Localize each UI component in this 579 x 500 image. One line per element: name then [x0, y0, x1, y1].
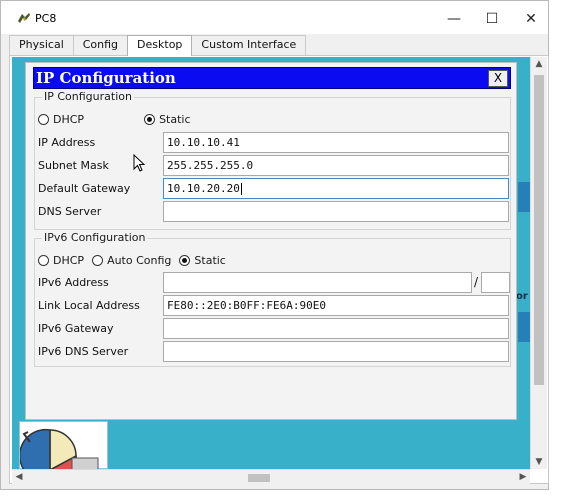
- ipv6-prefix-field[interactable]: [481, 272, 510, 293]
- pie-chart-app-icon: [18, 428, 99, 469]
- ipv6-dns-server-label: IPv6 DNS Server: [38, 345, 129, 358]
- scroll-right-icon[interactable]: ▶: [516, 470, 530, 485]
- ipv6-auto-config-radio[interactable]: [92, 254, 104, 266]
- link-local-address-label: Link Local Address: [38, 299, 140, 312]
- ipv6-mode-options: DHCP Auto Config Static: [38, 253, 234, 267]
- tab-physical[interactable]: Physical: [9, 35, 74, 55]
- maximize-button[interactable]: ☐: [477, 9, 507, 29]
- vertical-scroll-thumb[interactable]: [534, 75, 544, 385]
- radio-label: Auto Config: [107, 253, 172, 267]
- close-window-button[interactable]: ✕: [516, 9, 546, 29]
- ipv6-config-group: IPv6 Configuration DHCP Auto Config Stat…: [34, 231, 511, 367]
- ipv6-address-field[interactable]: [163, 272, 472, 293]
- ipv6-dns-server-field[interactable]: [163, 341, 509, 362]
- tab-bar: Physical Config Desktop Custom Interface: [9, 35, 307, 56]
- desktop-app-tile[interactable]: [18, 421, 108, 469]
- minimize-button[interactable]: —: [439, 9, 469, 29]
- ip-configuration-panel: IP Configuration X IP Configuration DHCP…: [25, 62, 517, 420]
- mouse-cursor-icon: [133, 154, 146, 172]
- default-gateway-value: 10.10.20.20: [167, 182, 240, 195]
- prefix-separator: /: [474, 275, 479, 289]
- ip-configuration-header: IP Configuration X: [33, 67, 511, 89]
- scroll-left-icon[interactable]: ◀: [12, 470, 26, 485]
- radio-label: DHCP: [53, 112, 85, 126]
- radio-label: Static: [159, 112, 191, 126]
- link-local-address-field[interactable]: FE80::2E0:B0FF:FE6A:90E0: [163, 295, 509, 316]
- ipv6-dhcp-radio[interactable]: [38, 254, 49, 266]
- scroll-up-icon[interactable]: ▲: [531, 57, 547, 71]
- vertical-scrollbar[interactable]: ▲ ▼: [530, 57, 547, 469]
- ipv4-static-radio[interactable]: [144, 113, 156, 125]
- radio-label: DHCP: [53, 253, 85, 267]
- dns-server-field[interactable]: [163, 201, 509, 222]
- title-bar: PC8 — ☐ ✕: [1, 1, 548, 34]
- horizontal-scroll-thumb[interactable]: [248, 474, 270, 482]
- subnet-mask-label: Subnet Mask: [38, 159, 109, 172]
- ip-address-label: IP Address: [38, 136, 96, 149]
- ipv6-gateway-field[interactable]: [163, 318, 509, 339]
- scroll-down-icon[interactable]: ▼: [531, 455, 547, 469]
- ipv4-dhcp-radio[interactable]: [38, 113, 49, 125]
- desktop-partial-label: or: [516, 291, 528, 302]
- ipv6-address-label: IPv6 Address: [38, 276, 109, 289]
- group-legend: IPv6 Configuration: [42, 231, 148, 244]
- tab-config[interactable]: Config: [72, 35, 129, 55]
- dns-server-label: DNS Server: [38, 205, 102, 218]
- desktop-app-edge: [518, 182, 530, 212]
- ipv6-static-radio[interactable]: [179, 254, 191, 266]
- pc-app-icon: [18, 13, 30, 23]
- pc8-window: PC8 — ☐ ✕ Physical Config Desktop Custom…: [0, 0, 549, 490]
- close-panel-button[interactable]: X: [488, 70, 508, 87]
- ipv4-mode-options: DHCP Static: [38, 112, 199, 126]
- ipv6-gateway-label: IPv6 Gateway: [38, 322, 114, 335]
- panel-title: IP Configuration: [36, 69, 176, 87]
- desktop-app-edge: [518, 312, 530, 342]
- group-legend: IP Configuration: [42, 90, 134, 103]
- window-title: PC8: [35, 12, 57, 25]
- ip-address-field[interactable]: 10.10.10.41: [163, 132, 509, 153]
- radio-label: Static: [194, 253, 226, 267]
- text-caret: [240, 183, 242, 195]
- tab-desktop[interactable]: Desktop: [127, 35, 193, 56]
- tab-custom-interface[interactable]: Custom Interface: [191, 35, 307, 55]
- ipv4-config-group: IP Configuration DHCP Static IP Address …: [34, 90, 511, 230]
- default-gateway-field[interactable]: 10.10.20.20: [163, 178, 509, 199]
- subnet-mask-field[interactable]: 255.255.255.0: [163, 155, 509, 176]
- default-gateway-label: Default Gateway: [38, 182, 131, 195]
- horizontal-scrollbar[interactable]: ◀ ▶: [12, 469, 530, 485]
